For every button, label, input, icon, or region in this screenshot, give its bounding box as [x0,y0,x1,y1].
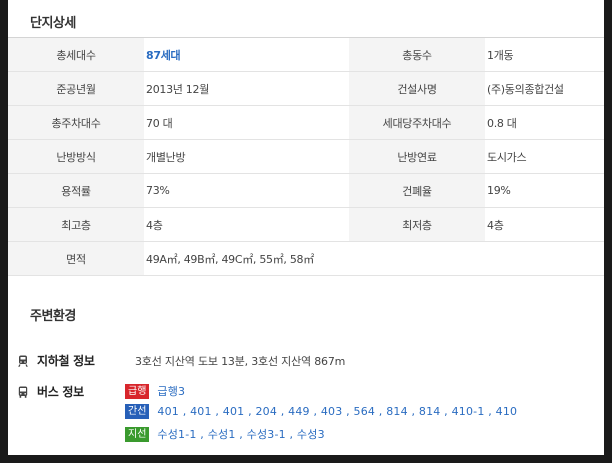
value-heating-method: 개별난방 [146,150,186,164]
subway-info-row: 지하철 정보 3호선 지산역 도보 13분, 3호선 지산역 867m [18,352,345,369]
table-row: 면적 49A㎡, 49B㎡, 49C㎡, 55㎡, 58㎡ [8,242,604,276]
branch-routes[interactable]: 수성1-1 , 수성1 , 수성3-1 , 수성3 [157,426,324,442]
label-parking-per-household: 세대당주차대수 [349,106,485,139]
label-floor-area-ratio: 용적률 [8,174,144,207]
label-builder: 건설사명 [349,72,485,105]
bus-line-express: 급행 급행3 [125,383,185,399]
bus-icon [18,386,28,398]
table-row: 난방방식 개별난방 난방연료 도시가스 [8,140,604,174]
table-row: 준공년월 2013년 12월 건설사명 (주)동의종합건설 [8,72,604,106]
environment-section-title: 주변환경 [30,309,76,324]
value-area: 49A㎡, 49B㎡, 49C㎡, 55㎡, 58㎡ [146,252,314,266]
subway-icon [18,355,28,367]
bus-info-row: 버스 정보 [18,383,137,400]
table-row: 총주차대수 70 대 세대당주차대수 0.8 대 [8,106,604,140]
value-total-households: 87세대 [146,48,181,62]
detail-table: 총세대수 87세대 총동수 1개동 준공년월 2013년 12월 건설사명 (주… [8,37,604,276]
table-row: 최고층 4층 최저층 4층 [8,208,604,242]
subway-label: 지하철 정보 [37,354,95,368]
value-min-floor: 4층 [487,218,504,232]
value-floor-area-ratio: 73% [146,184,170,197]
value-total-buildings: 1개동 [487,48,514,62]
trunk-routes[interactable]: 401 , 401 , 401 , 204 , 449 , 403 , 564 … [157,405,517,418]
label-min-floor: 최저층 [349,208,485,241]
label-total-buildings: 총동수 [349,38,485,71]
value-max-floor: 4층 [146,218,163,232]
table-row: 용적률 73% 건폐율 19% [8,174,604,208]
label-heating-method: 난방방식 [8,140,144,173]
trunk-badge: 간선 [125,404,150,419]
label-total-households: 총세대수 [8,38,144,71]
value-parking-per-household: 0.8 대 [487,116,517,130]
value-heating-fuel: 도시가스 [487,150,527,164]
table-row: 총세대수 87세대 총동수 1개동 [8,38,604,72]
subway-text: 3호선 지산역 도보 13분, 3호선 지산역 867m [135,354,346,368]
label-area: 면적 [8,242,144,275]
label-max-floor: 최고층 [8,208,144,241]
label-heating-fuel: 난방연료 [349,140,485,173]
value-total-parking: 70 대 [146,116,173,130]
bus-label: 버스 정보 [37,385,84,399]
express-routes[interactable]: 급행3 [157,383,185,399]
complex-detail-panel: 단지상세 총세대수 87세대 총동수 1개동 준공년월 2013년 12월 건설… [8,0,604,455]
value-builder: (주)동의종합건설 [487,82,564,96]
value-building-coverage: 19% [487,184,511,197]
label-building-coverage: 건폐율 [349,174,485,207]
value-completion-date: 2013년 12월 [146,82,210,96]
detail-section-title: 단지상세 [30,16,76,31]
bus-line-branch: 지선 수성1-1 , 수성1 , 수성3-1 , 수성3 [125,426,325,442]
bus-line-trunk: 간선 401 , 401 , 401 , 204 , 449 , 403 , 5… [125,404,517,419]
branch-badge: 지선 [125,426,150,442]
express-badge: 급행 [125,383,150,399]
label-completion-date: 준공년월 [8,72,144,105]
label-total-parking: 총주차대수 [8,106,144,139]
